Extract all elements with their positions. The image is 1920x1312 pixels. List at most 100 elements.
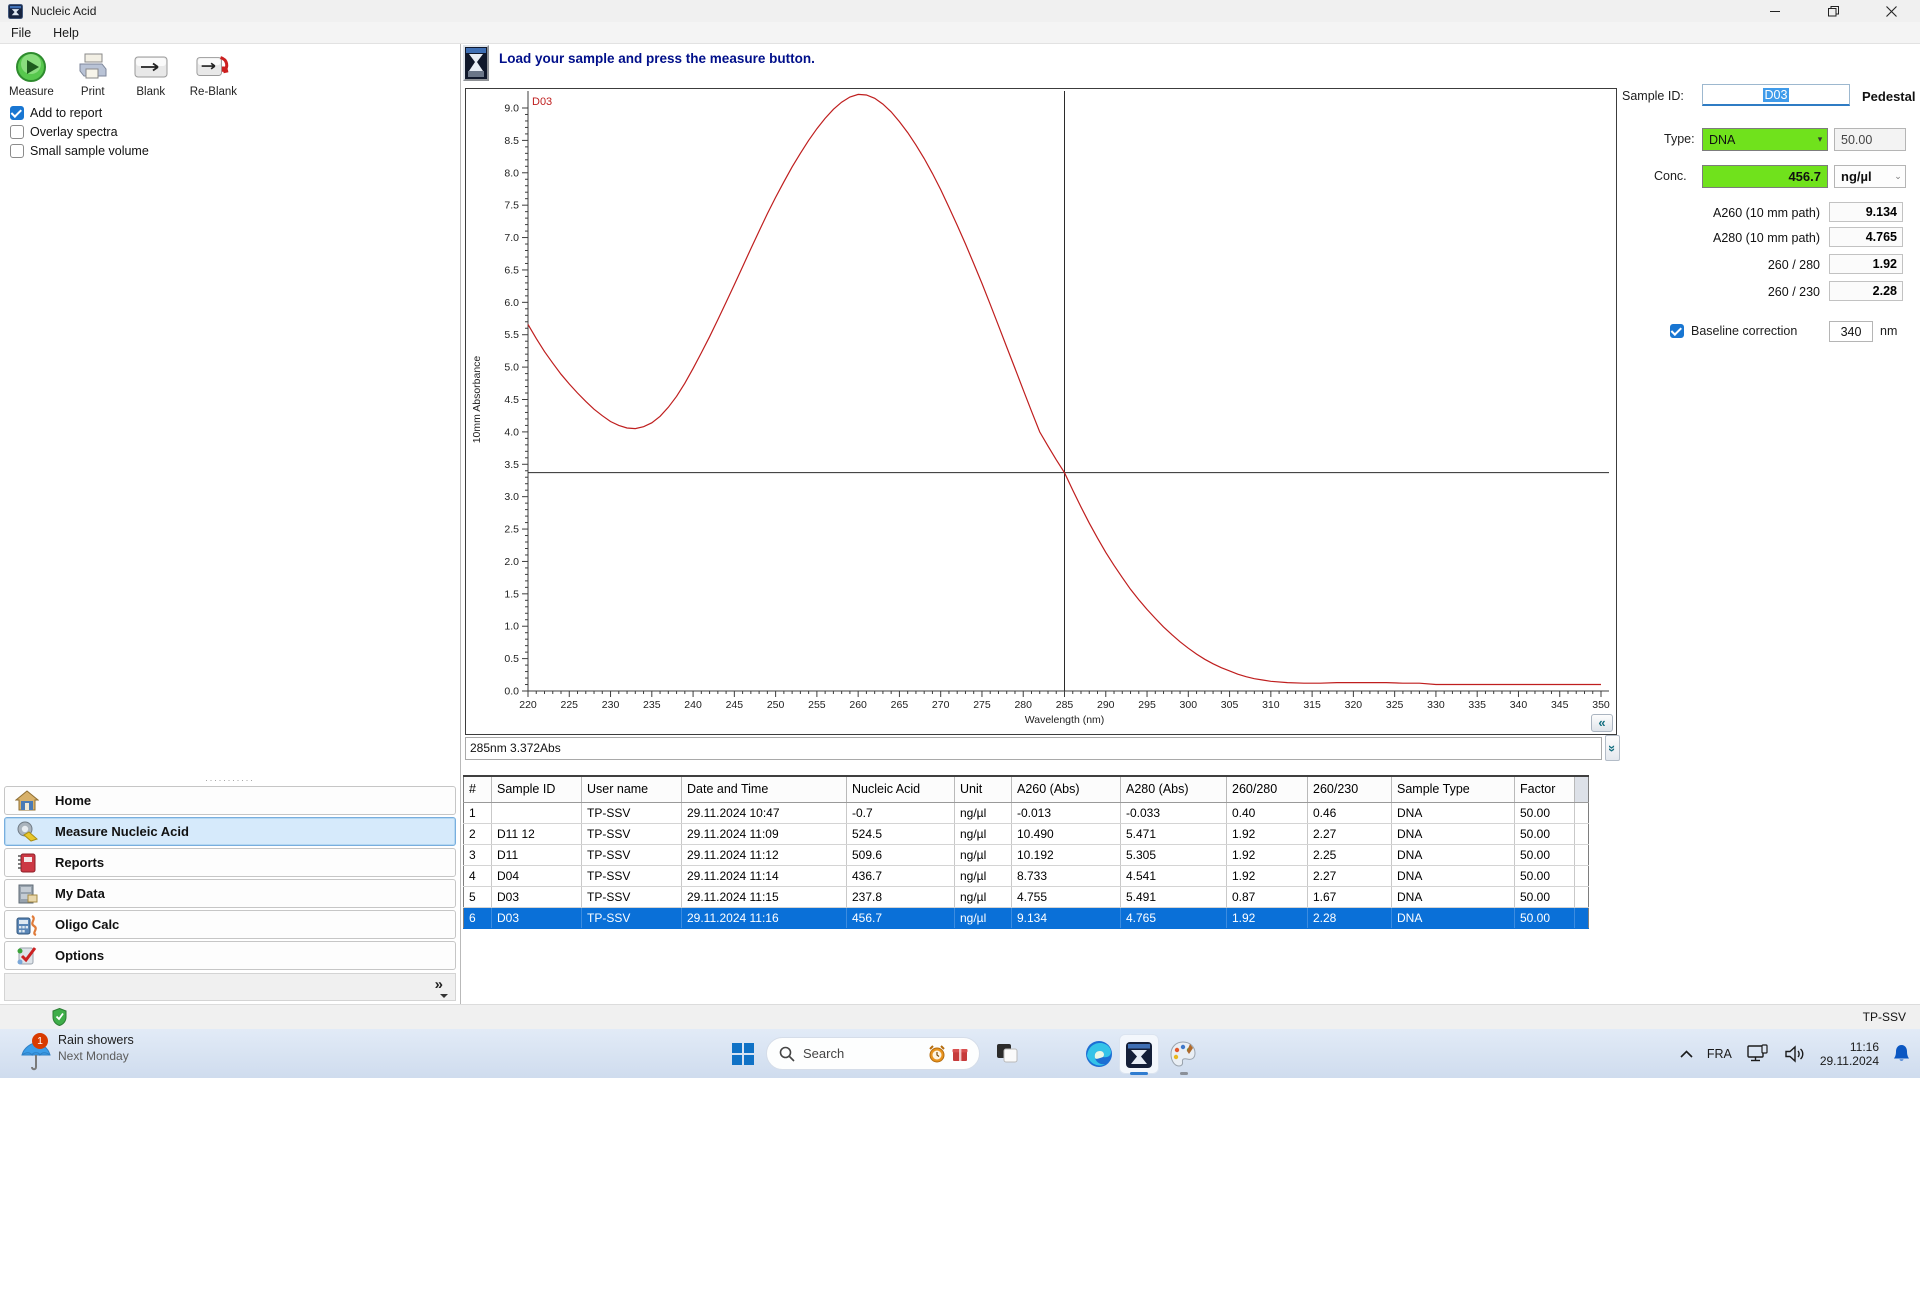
collapse-panel-button[interactable]: « (1591, 714, 1613, 732)
svg-text:Wavelength (nm): Wavelength (nm) (1025, 714, 1105, 726)
svg-text:335: 335 (1468, 699, 1486, 711)
column-header[interactable]: A260 (Abs) (1011, 776, 1121, 803)
conc-unit-value: ng/µl (1841, 169, 1872, 184)
print-icon (76, 50, 110, 84)
svg-text:5.0: 5.0 (504, 362, 519, 374)
type-label: Type: (1664, 132, 1695, 146)
svg-text:2.5: 2.5 (504, 524, 519, 536)
tray-overflow-chevron-icon[interactable] (1680, 1049, 1693, 1058)
column-header[interactable]: Factor (1514, 776, 1575, 803)
svg-text:305: 305 (1221, 699, 1239, 711)
search-placeholder: Search (803, 1046, 845, 1061)
svg-text:265: 265 (891, 699, 909, 711)
svg-text:225: 225 (561, 699, 579, 711)
baseline-correction-checkbox[interactable] (1670, 324, 1684, 338)
oligo-calc-icon (15, 914, 39, 936)
tray-date: 29.11.2024 (1819, 1053, 1879, 1068)
sample-id-input[interactable]: D03 (1702, 84, 1850, 106)
notification-badge: 1 (32, 1033, 48, 1049)
column-header[interactable]: # (463, 776, 492, 803)
sidebar-expander-button[interactable]: » (435, 976, 449, 998)
blank-button[interactable]: Blank (129, 48, 173, 100)
menu-file[interactable]: File (0, 24, 42, 42)
column-header[interactable]: 260/280 (1226, 776, 1308, 803)
table-row-4[interactable]: 4 D04 TP-SSV 29.11.2024 11:14 436.7 ng/µl 8.73… (463, 865, 1589, 887)
task-view-button[interactable] (992, 1039, 1022, 1069)
sidebar-item-reports[interactable]: Reports (4, 848, 456, 877)
baseline-correction-label: Baseline correction (1691, 324, 1798, 338)
checkbox-add-to-report[interactable]: Add to report (10, 106, 149, 120)
reblank-button[interactable]: Re-Blank (187, 48, 240, 100)
blank-icon (134, 50, 168, 84)
menu-help[interactable]: Help (42, 24, 90, 42)
svg-text:320: 320 (1345, 699, 1363, 711)
taskbar-search[interactable]: Search (766, 1037, 980, 1070)
print-button[interactable]: Print (71, 48, 115, 100)
nucleic-acid-app-icon[interactable] (1124, 1040, 1154, 1070)
a280-value: 4.765 (1829, 227, 1903, 247)
column-header[interactable]: Sample ID (491, 776, 582, 803)
notification-bell-icon[interactable] (1893, 1044, 1910, 1063)
start-button[interactable] (728, 1039, 758, 1069)
ratio-260-230-value: 2.28 (1829, 281, 1903, 301)
readout-expand-button[interactable]: » (1605, 735, 1620, 761)
table-row-6[interactable]: 6 D03 TP-SSV 29.11.2024 11:16 456.7 ng/µl 9.13… (463, 907, 1589, 929)
language-indicator[interactable]: FRA (1707, 1047, 1732, 1061)
svg-text:240: 240 (684, 699, 702, 711)
svg-text:2.0: 2.0 (504, 556, 519, 568)
edge-browser-icon[interactable] (1084, 1039, 1114, 1069)
column-header[interactable]: 260/230 (1307, 776, 1392, 803)
alarm-clock-icon (929, 1044, 945, 1062)
column-header[interactable]: Nucleic Acid (846, 776, 955, 803)
checkbox-small-sample-volume[interactable]: Small sample volume (10, 144, 149, 158)
column-header[interactable]: A280 (Abs) (1120, 776, 1227, 803)
cursor-readout-field[interactable]: 285nm 3.372Abs (465, 737, 1602, 760)
table-row-5[interactable]: 5 D03 TP-SSV 29.11.2024 11:15 237.8 ng/µl 4.75… (463, 886, 1589, 908)
app-status-bar: TP-SSV (0, 1004, 1920, 1029)
close-button[interactable] (1862, 0, 1920, 22)
type-dropdown[interactable]: DNA ▾ (1702, 128, 1828, 151)
ratio-260-230-label: 260 / 230 (1767, 285, 1820, 299)
table-row-3[interactable]: 3 D11 TP-SSV 29.11.2024 11:12 509.6 ng/µl 10.1… (463, 844, 1589, 866)
volume-icon[interactable] (1784, 1044, 1806, 1063)
sidebar-item-my-data[interactable]: My Data (4, 879, 456, 908)
minimize-button[interactable] (1746, 0, 1804, 22)
chart-plot-area[interactable]: 0.0 0.5 1.0 1.5 2.0 2.5 3.0 3.5 4.0 4.5 5.0 5.5 6.0 6… (466, 89, 1616, 734)
sidebar-item-oligo-calc[interactable]: Oligo Calc (4, 910, 456, 939)
reports-icon (15, 852, 39, 874)
svg-text:0.5: 0.5 (504, 653, 519, 665)
network-icon[interactable] (1746, 1043, 1770, 1064)
conc-value: 456.7 (1788, 169, 1821, 184)
table-row-2[interactable]: 2 D11 12 TP-SSV 29.11.2024 11:09 524.5 ng/µl 1… (463, 823, 1589, 845)
svg-text:10mm Absorbance: 10mm Absorbance (471, 356, 483, 444)
svg-text:340: 340 (1510, 699, 1528, 711)
search-icon (779, 1046, 795, 1062)
weather-widget[interactable]: 1 Rain showers Next Monday (14, 1033, 134, 1071)
restore-button[interactable] (1804, 0, 1862, 22)
instrument-icon (463, 45, 489, 81)
security-shield-icon (52, 1008, 67, 1026)
column-header[interactable]: User name (581, 776, 682, 803)
conc-unit-dropdown[interactable]: ng/µl ⌄ (1834, 165, 1906, 188)
window-titlebar: Nucleic Acid (0, 0, 1920, 22)
column-header[interactable]: Sample Type (1391, 776, 1515, 803)
type-factor-field[interactable]: 50.00 (1834, 128, 1906, 151)
column-header[interactable]: Unit (954, 776, 1012, 803)
clock-widget[interactable]: 11:16 29.11.2024 (1820, 1040, 1879, 1068)
svg-text:6.5: 6.5 (504, 264, 519, 276)
ratio-260-280-value: 1.92 (1829, 254, 1903, 274)
checkbox-overlay-spectra[interactable]: Overlay spectra (10, 125, 149, 139)
system-tray: FRA 11:16 29.11.2024 (1680, 1029, 1910, 1078)
table-row-1[interactable]: 1 TP-SSV 29.11.2024 10:47 -0.7 ng/µl -0.013 -0… (463, 802, 1589, 824)
checkbox-box (10, 144, 24, 158)
paint-app-icon[interactable] (1168, 1039, 1198, 1069)
sidebar-item-options[interactable]: Options (4, 941, 456, 970)
column-header[interactable]: Date and Time (681, 776, 847, 803)
sidebar-item-home[interactable]: Home (4, 786, 456, 815)
measure-button[interactable]: Measure (6, 48, 57, 100)
baseline-wavelength-field[interactable]: 340 (1829, 321, 1873, 342)
measure-icon (14, 50, 48, 84)
panel-splitter-handle[interactable]: ........... (0, 774, 460, 783)
type-value: DNA (1709, 132, 1736, 147)
sidebar-item-measure-nucleic-acid[interactable]: Measure Nucleic Acid (4, 817, 456, 846)
